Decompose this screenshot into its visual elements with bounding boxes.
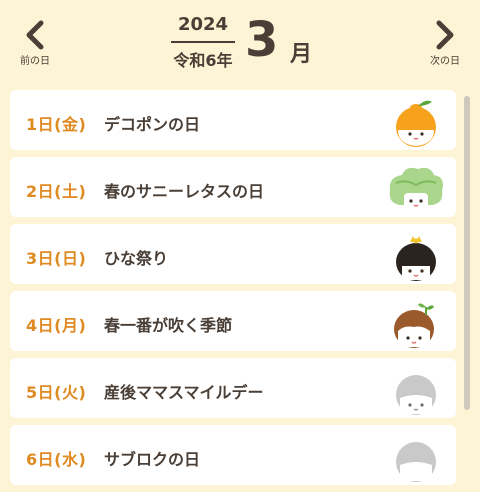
day-card[interactable]: 5日(火) 産後ママスマイルデー (10, 358, 456, 418)
day-title: 春のサニーレタスの日 (104, 182, 265, 201)
day-title: 産後ママスマイルデー (104, 383, 264, 402)
day-card[interactable]: 2日(土) 春のサニーレタスの日 (10, 157, 456, 217)
list-scrollbar[interactable] (464, 96, 470, 410)
month-unit: 月 (290, 42, 313, 67)
day-title: デコポンの日 (104, 115, 201, 134)
day-date: 1日(金) (26, 115, 87, 134)
chevron-left-icon (26, 20, 44, 50)
day-title: 春一番が吹く季節 (104, 316, 233, 335)
day-date: 5日(火) (26, 383, 87, 402)
day-card[interactable]: 1日(金) デコポンの日 (10, 90, 456, 150)
day-card[interactable]: 6日(水) サブロクの日 (10, 425, 456, 485)
next-day-button[interactable]: 次の日 (415, 16, 475, 68)
prev-day-button[interactable]: 前の日 (5, 16, 65, 68)
month-number: 3 (245, 12, 279, 68)
header: 前の日 2024 令和6年 3 月 次の日 (0, 0, 480, 86)
day-card[interactable]: 3日(日) ひな祭り (10, 224, 456, 284)
year-label: 2024 (177, 14, 229, 35)
dekopon-character-icon (396, 100, 436, 147)
prev-day-label: 前の日 (20, 56, 50, 67)
hina-doll-character-icon (396, 236, 436, 281)
year-divider (171, 41, 235, 43)
day-date: 3日(日) (26, 249, 87, 268)
chevron-right-icon (436, 20, 454, 50)
gray-character-icon (396, 375, 436, 415)
gray-character-icon (396, 442, 436, 482)
day-card[interactable]: 4日(月) 春一番が吹く季節 (10, 291, 456, 351)
day-date: 2日(土) (26, 182, 87, 201)
day-date: 4日(月) (26, 316, 87, 335)
era-label: 令和6年 (173, 51, 233, 70)
day-date: 6日(水) (26, 450, 87, 469)
day-list: 1日(金) デコポンの日 2日(土) 春のサニーレタスの日 3日(日) ひな祭り (10, 90, 456, 492)
current-month-display: 2024 令和6年 3 月 (165, 10, 315, 76)
next-day-label: 次の日 (430, 56, 460, 67)
lettuce-character-icon (389, 167, 443, 213)
day-title: サブロクの日 (104, 450, 201, 469)
day-title: ひな祭り (104, 249, 169, 268)
sprout-girl-character-icon (394, 303, 434, 348)
